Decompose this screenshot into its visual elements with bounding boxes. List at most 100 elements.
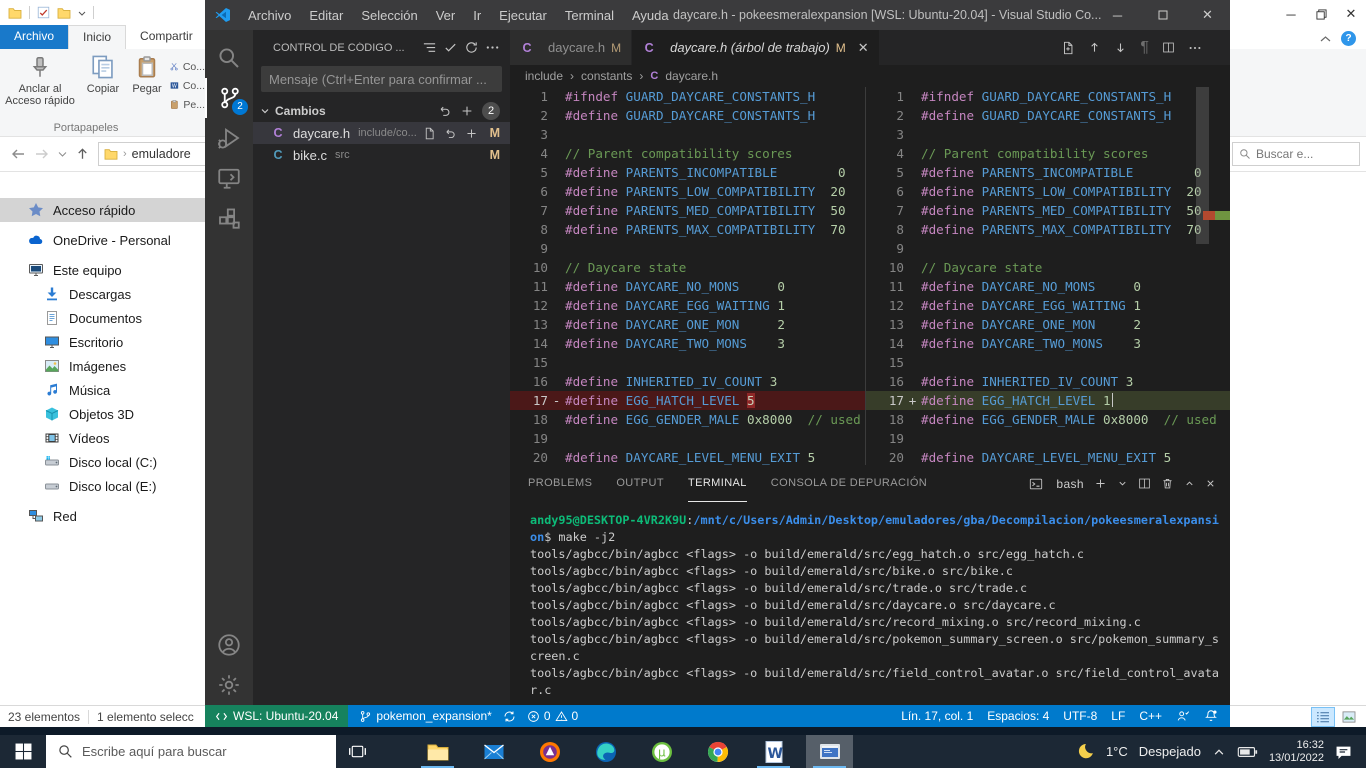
taskbar-utorrent[interactable]: µ: [638, 735, 685, 768]
explorer-nav-item[interactable]: Este equipo: [0, 258, 205, 282]
breadcrumb[interactable]: include › constants › C daycare.h: [510, 65, 1230, 87]
paste-shortcut-button[interactable]: Pe...: [170, 95, 205, 114]
encoding-status[interactable]: UTF-8: [1063, 709, 1097, 723]
activity-settings[interactable]: [205, 665, 253, 705]
paste-button[interactable]: Pegar: [126, 54, 168, 95]
thumbnails-view-button[interactable]: [1338, 708, 1360, 726]
explorer-tab-archivo[interactable]: Archivo: [0, 25, 69, 49]
clock[interactable]: 16:32 13/01/2022: [1269, 739, 1324, 765]
terminal[interactable]: andy95@DESKTOP-4VR2K9U:/mnt/c/Users/Admi…: [510, 502, 1230, 699]
explorer-minimize-button[interactable]: ─: [1276, 0, 1306, 28]
terminal-picker-chevron-icon[interactable]: [1117, 478, 1128, 489]
menu-item[interactable]: Terminal: [556, 4, 623, 27]
tab-daycare-h[interactable]: C daycare.h M: [510, 30, 633, 65]
taskbar-edge[interactable]: [582, 735, 629, 768]
forward-icon[interactable]: [34, 147, 50, 161]
discard-changes-icon[interactable]: [444, 127, 457, 140]
explorer-nav-item[interactable]: Red: [0, 504, 205, 528]
menu-item[interactable]: Ir: [464, 4, 490, 27]
taskbar-avast-browser[interactable]: [526, 735, 573, 768]
menu-item[interactable]: Selección: [352, 4, 426, 27]
split-terminal-icon[interactable]: [1138, 477, 1151, 490]
explorer-nav-item[interactable]: Imágenes: [0, 354, 205, 378]
close-panel-icon[interactable]: [1205, 478, 1216, 489]
tray-chevron-up-icon[interactable]: [1212, 746, 1226, 758]
vscode-maximize-button[interactable]: [1140, 0, 1185, 30]
view-as-tree-icon[interactable]: [422, 40, 437, 55]
explorer-tab-inicio[interactable]: Inicio: [68, 25, 127, 49]
copy-button[interactable]: Copiar: [82, 54, 124, 95]
changes-section-header[interactable]: Cambios 2: [253, 100, 510, 122]
more-actions-icon[interactable]: [1188, 41, 1202, 55]
diff-editor[interactable]: 1 #ifndef GUARD_DAYCARE_CONSTANTS_H 2 #defi…: [510, 87, 1230, 465]
discard-all-changes-icon[interactable]: [438, 104, 452, 118]
explorer-nav-item[interactable]: Escritorio: [0, 330, 205, 354]
weather-condition[interactable]: Despejado: [1139, 744, 1201, 759]
pin-to-quick-access-button[interactable]: Anclar al Acceso rápido: [2, 54, 78, 107]
shell-name[interactable]: bash: [1056, 477, 1084, 491]
taskbar-file-explorer[interactable]: [414, 735, 461, 768]
refresh-icon[interactable]: [464, 40, 479, 55]
explorer-nav-item[interactable]: Vídeos: [0, 426, 205, 450]
open-file-icon[interactable]: [423, 127, 436, 140]
more-actions-icon[interactable]: [485, 40, 500, 55]
sync-status[interactable]: [503, 710, 516, 723]
start-button[interactable]: [0, 735, 46, 768]
battery-icon[interactable]: [1237, 745, 1258, 759]
task-view-button[interactable]: [336, 735, 378, 768]
up-icon[interactable]: [75, 147, 90, 161]
activity-remote-explorer[interactable]: [205, 158, 253, 198]
details-view-button[interactable]: [1311, 706, 1335, 727]
bell-icon[interactable]: [1204, 709, 1218, 723]
cut-button[interactable]: Co...: [170, 57, 205, 76]
taskbar-chrome[interactable]: [694, 735, 741, 768]
toggle-whitespace-icon[interactable]: ¶: [1140, 39, 1149, 57]
panel-tab-debug-console[interactable]: CONSOLA DE DEPURACIÓN: [771, 465, 927, 502]
new-terminal-icon[interactable]: [1094, 477, 1107, 490]
folder-icon[interactable]: [8, 7, 22, 19]
activity-source-control[interactable]: 2: [205, 78, 253, 118]
vscode-minimize-button[interactable]: ─: [1095, 0, 1140, 30]
notification-center-icon[interactable]: [1335, 744, 1352, 760]
scrollbar-thumb[interactable]: [1196, 87, 1209, 244]
weather-temperature[interactable]: 1°C: [1106, 744, 1128, 759]
explorer-nav-item[interactable]: Descargas: [0, 282, 205, 306]
taskbar-word[interactable]: W: [750, 735, 797, 768]
commit-icon[interactable]: [443, 40, 458, 55]
taskbar-mail[interactable]: [470, 735, 517, 768]
taskbar-active-app-window[interactable]: [806, 735, 853, 768]
explorer-nav-item[interactable]: Objetos 3D: [0, 402, 205, 426]
explorer-tab-compartir[interactable]: Compartir: [126, 25, 207, 49]
recent-locations-chevron-icon[interactable]: [58, 150, 67, 158]
vscode-close-button[interactable]: ✕: [1185, 0, 1230, 30]
cursor-position-status[interactable]: Lín. 17, col. 1: [901, 709, 973, 723]
menu-item[interactable]: Ayuda: [623, 4, 678, 27]
menu-item[interactable]: Archivo: [239, 4, 300, 27]
menu-item[interactable]: Editar: [300, 4, 352, 27]
commit-message-input[interactable]: Mensaje (Ctrl+Enter para confirmar ...: [261, 66, 502, 92]
previous-change-icon[interactable]: [1088, 41, 1101, 54]
tab-daycare-h-working-tree[interactable]: C daycare.h (árbol de trabajo) M ✕: [632, 30, 880, 65]
menu-item[interactable]: Ejecutar: [490, 4, 556, 27]
scm-file-daycare[interactable]: C daycare.h include/co... M: [253, 122, 510, 144]
eol-status[interactable]: LF: [1111, 709, 1125, 723]
stage-all-changes-icon[interactable]: [460, 104, 474, 118]
panel-tab-output[interactable]: OUTPUT: [616, 465, 664, 502]
language-status[interactable]: C++: [1139, 709, 1162, 723]
next-change-icon[interactable]: [1114, 41, 1127, 54]
explorer-nav-item[interactable]: Disco local (C:): [0, 450, 205, 474]
explorer-search-box[interactable]: Buscar e...: [1232, 142, 1360, 166]
remote-indicator[interactable]: WSL: Ubuntu-20.04: [205, 705, 349, 727]
new-folder-icon[interactable]: [57, 7, 71, 19]
kill-terminal-icon[interactable]: [1161, 477, 1174, 490]
customize-toolbar-chevron-icon[interactable]: [78, 9, 86, 17]
panel-tab-problems[interactable]: PROBLEMS: [528, 465, 592, 502]
activity-search[interactable]: [205, 38, 253, 78]
explorer-nav-item[interactable]: Documentos: [0, 306, 205, 330]
feedback-icon[interactable]: [1176, 709, 1190, 723]
back-icon[interactable]: [10, 147, 26, 161]
explorer-nav-item[interactable]: OneDrive - Personal: [0, 228, 205, 252]
problems-status[interactable]: 0 0: [527, 709, 578, 723]
activity-run-and-debug[interactable]: [205, 118, 253, 158]
maximize-panel-icon[interactable]: [1184, 478, 1195, 489]
